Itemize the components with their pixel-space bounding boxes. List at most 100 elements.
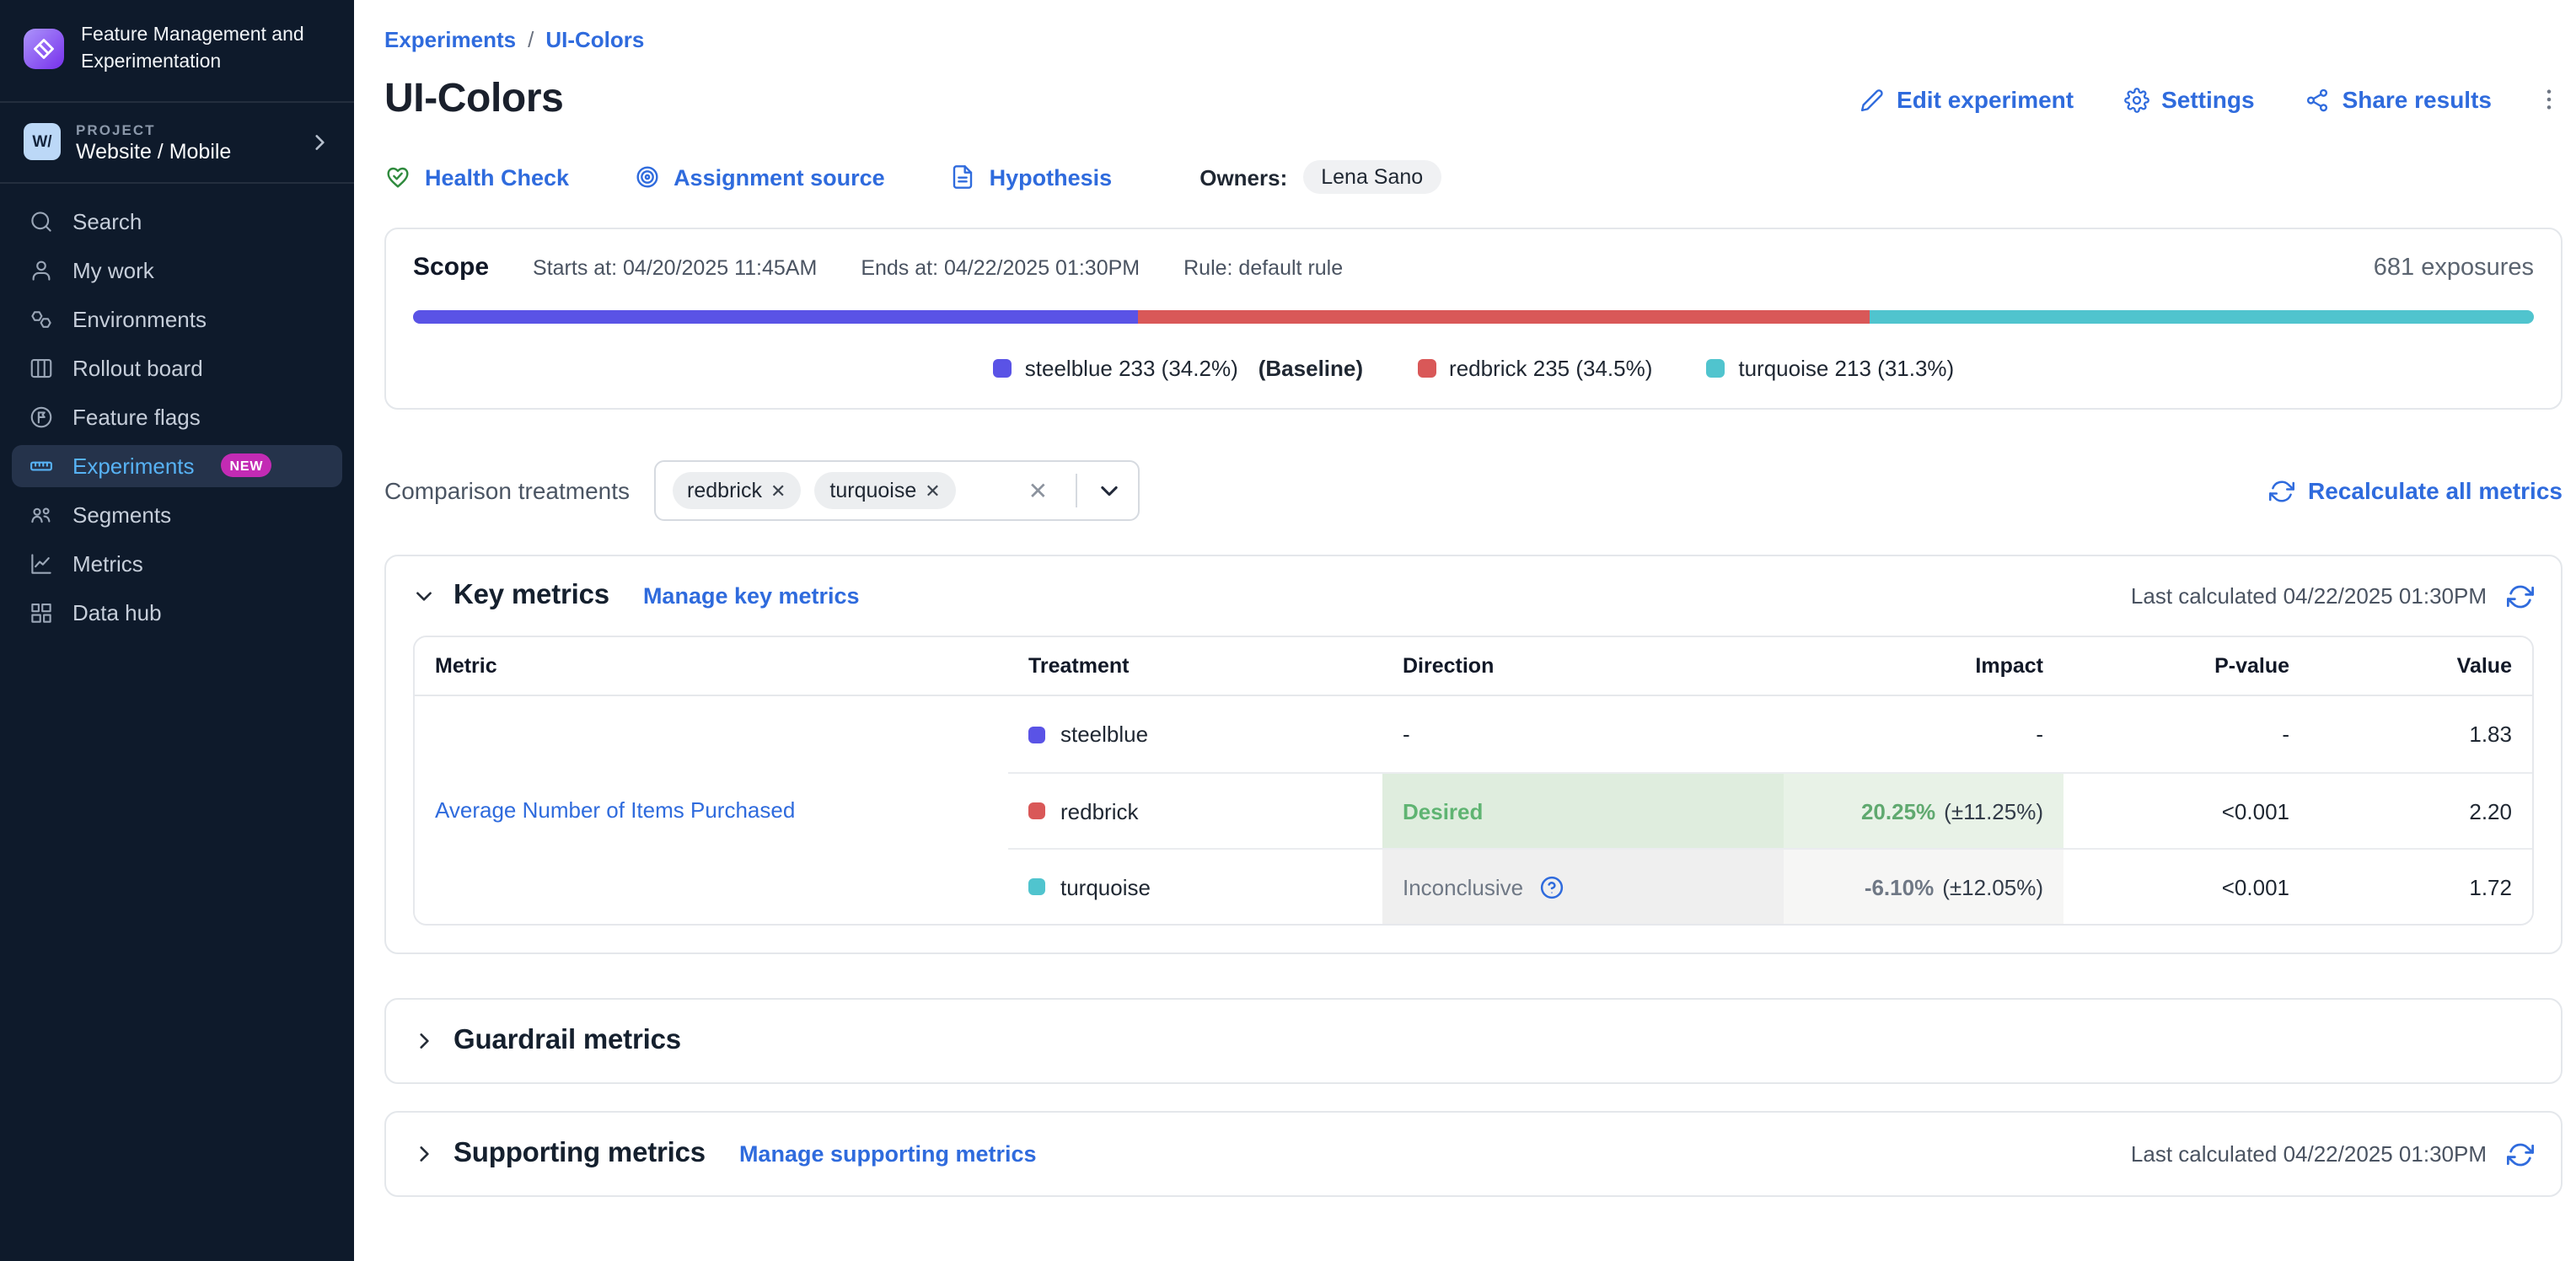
people-icon <box>29 502 54 527</box>
clear-selection-icon[interactable]: ✕ <box>1028 476 1048 505</box>
breadcrumb-experiments-link[interactable]: Experiments <box>384 27 516 52</box>
hypothesis-label: Hypothesis <box>990 164 1113 190</box>
chip-redbrick[interactable]: redbrick ✕ <box>672 472 801 509</box>
refresh-icon[interactable] <box>2507 1140 2534 1167</box>
last-calculated-text: Last calculated 04/22/2025 01:30PM <box>2131 1141 2487 1167</box>
treatment-name: redbrick <box>1060 798 1139 824</box>
metric-value: 1.83 <box>2469 722 2512 747</box>
exposures-count: 681 exposures <box>2374 255 2534 282</box>
sidebar-item-my-work[interactable]: My work <box>12 249 342 291</box>
scope-ends: Ends at: 04/22/2025 01:30PM <box>861 256 1140 280</box>
sidebar-item-label: My work <box>72 257 154 282</box>
target-icon <box>633 164 660 190</box>
chip-label: turquoise <box>829 479 916 502</box>
legend-label: turquoise 213 (31.3%) <box>1738 356 1954 381</box>
key-metrics-title: Key metrics <box>453 580 609 612</box>
assignment-source-link[interactable]: Assignment source <box>633 164 885 190</box>
owners-group: Owners: Lena Sano <box>1199 160 1441 194</box>
value-cell: 1.83 <box>2310 696 2532 772</box>
legend-item-redbrick: redbrick 235 (34.5%) <box>1417 356 1652 381</box>
sidebar-item-search[interactable]: Search <box>12 200 342 242</box>
settings-button[interactable]: Settings <box>2124 86 2254 113</box>
kebab-menu-icon[interactable] <box>2536 86 2563 113</box>
chevron-right-icon[interactable] <box>413 1030 435 1052</box>
document-icon <box>949 164 976 190</box>
user-icon <box>29 257 54 282</box>
comparison-row: Comparison treatments redbrick ✕ turquoi… <box>384 460 2563 521</box>
impact-confidence-interval: (±12.05%) <box>1942 874 2043 899</box>
p-value: <0.001 <box>2222 798 2289 824</box>
treatment-cell: turquoise <box>1008 848 1382 924</box>
sidebar-item-feature-flags[interactable]: Feature flags <box>12 395 342 437</box>
sidebar-item-label: Search <box>72 208 142 233</box>
comparison-treatments-select[interactable]: redbrick ✕ turquoise ✕ ✕ <box>653 460 1139 521</box>
share-results-button[interactable]: Share results <box>2305 86 2492 113</box>
p-value-cell: <0.001 <box>2063 772 2310 848</box>
remove-chip-icon[interactable]: ✕ <box>925 480 940 502</box>
question-circle-icon[interactable] <box>1538 874 1564 899</box>
supporting-metrics-panel: Supporting metrics Manage supporting met… <box>384 1111 2563 1197</box>
chip-turquoise[interactable]: turquoise ✕ <box>814 472 955 509</box>
owners-label: Owners: <box>1199 164 1287 190</box>
sidebar-item-data-hub[interactable]: Data hub <box>12 591 342 633</box>
sidebar-item-segments[interactable]: Segments <box>12 493 342 535</box>
pencil-icon <box>1860 87 1885 112</box>
column-header-treatment: Treatment <box>1008 637 1382 696</box>
treatment-name: steelblue <box>1060 722 1148 747</box>
remove-chip-icon[interactable]: ✕ <box>770 480 786 502</box>
sidebar-item-environments[interactable]: Environments <box>12 298 342 340</box>
breadcrumb-current-link[interactable]: UI-Colors <box>545 27 644 52</box>
grid-icon <box>29 599 54 625</box>
search-icon <box>29 208 54 233</box>
hypothesis-link[interactable]: Hypothesis <box>949 164 1113 190</box>
page-header: UI-Colors Edit experiment Settings <box>384 76 2563 123</box>
scope-rule: Rule: default rule <box>1183 256 1343 280</box>
edit-experiment-button[interactable]: Edit experiment <box>1860 86 2074 113</box>
assignment-source-label: Assignment source <box>674 164 885 190</box>
sidebar-item-metrics[interactable]: Metrics <box>12 542 342 584</box>
sidebar-item-experiments[interactable]: Experiments NEW <box>12 444 342 486</box>
chevron-down-icon[interactable] <box>413 585 435 607</box>
sidebar-item-label: Segments <box>72 502 171 527</box>
sidebar-item-rollout-board[interactable]: Rollout board <box>12 346 342 389</box>
page-title: UI-Colors <box>384 76 563 123</box>
edit-experiment-label: Edit experiment <box>1897 86 2074 113</box>
heart-check-icon <box>384 164 411 190</box>
columns-icon <box>29 355 54 380</box>
recalculate-all-metrics-button[interactable]: Recalculate all metrics <box>2269 477 2563 504</box>
distribution-bar <box>413 310 2534 324</box>
app-brand: Feature Management and Experimentation <box>0 0 354 102</box>
p-value: - <box>2282 722 2289 747</box>
ruler-icon <box>29 453 54 478</box>
legend-item-steelblue: steelblue 233 (34.2%) (Baseline) <box>993 356 1363 381</box>
key-metrics-panel: Key metrics Manage key metrics Last calc… <box>384 555 2563 954</box>
project-name: Website / Mobile <box>76 139 231 163</box>
sidebar-nav: Search My work Environments Rollout boar… <box>0 183 354 650</box>
distribution-segment-steelblue <box>413 310 1138 324</box>
owner-chip[interactable]: Lena Sano <box>1302 160 1441 194</box>
project-switcher[interactable]: W/ PROJECT Website / Mobile <box>0 102 354 183</box>
app-root: Feature Management and Experimentation W… <box>0 0 2576 1261</box>
chevron-right-icon[interactable] <box>413 1143 435 1165</box>
treatment-cell: redbrick <box>1008 772 1382 848</box>
manage-key-metrics-link[interactable]: Manage key metrics <box>643 583 860 609</box>
flag-circle-icon <box>29 404 54 429</box>
refresh-icon[interactable] <box>2507 582 2534 609</box>
impact-confidence-interval: (±11.25%) <box>1944 798 2043 824</box>
impact-value: -6.10% <box>1865 874 1934 899</box>
chip-label: redbrick <box>687 479 762 502</box>
direction-value: Desired <box>1403 798 1483 824</box>
header-actions: Edit experiment Settings Share results <box>1860 86 2563 113</box>
treatment-color-marker <box>1028 802 1045 819</box>
impact-cell: - <box>1784 696 2063 772</box>
manage-supporting-metrics-link[interactable]: Manage supporting metrics <box>739 1141 1037 1167</box>
select-divider <box>1075 474 1076 507</box>
metric-name-link[interactable]: Average Number of Items Purchased <box>415 696 1008 924</box>
health-check-link[interactable]: Health Check <box>384 164 569 190</box>
value-cell: 2.20 <box>2310 772 2532 848</box>
experiment-links-row: Health Check Assignment source Hypothesi… <box>384 160 2563 194</box>
sidebar-item-label: Metrics <box>72 550 143 576</box>
breadcrumb-separator: / <box>528 27 534 52</box>
refresh-icon <box>2269 478 2294 503</box>
chevron-down-icon[interactable] <box>1097 479 1120 502</box>
